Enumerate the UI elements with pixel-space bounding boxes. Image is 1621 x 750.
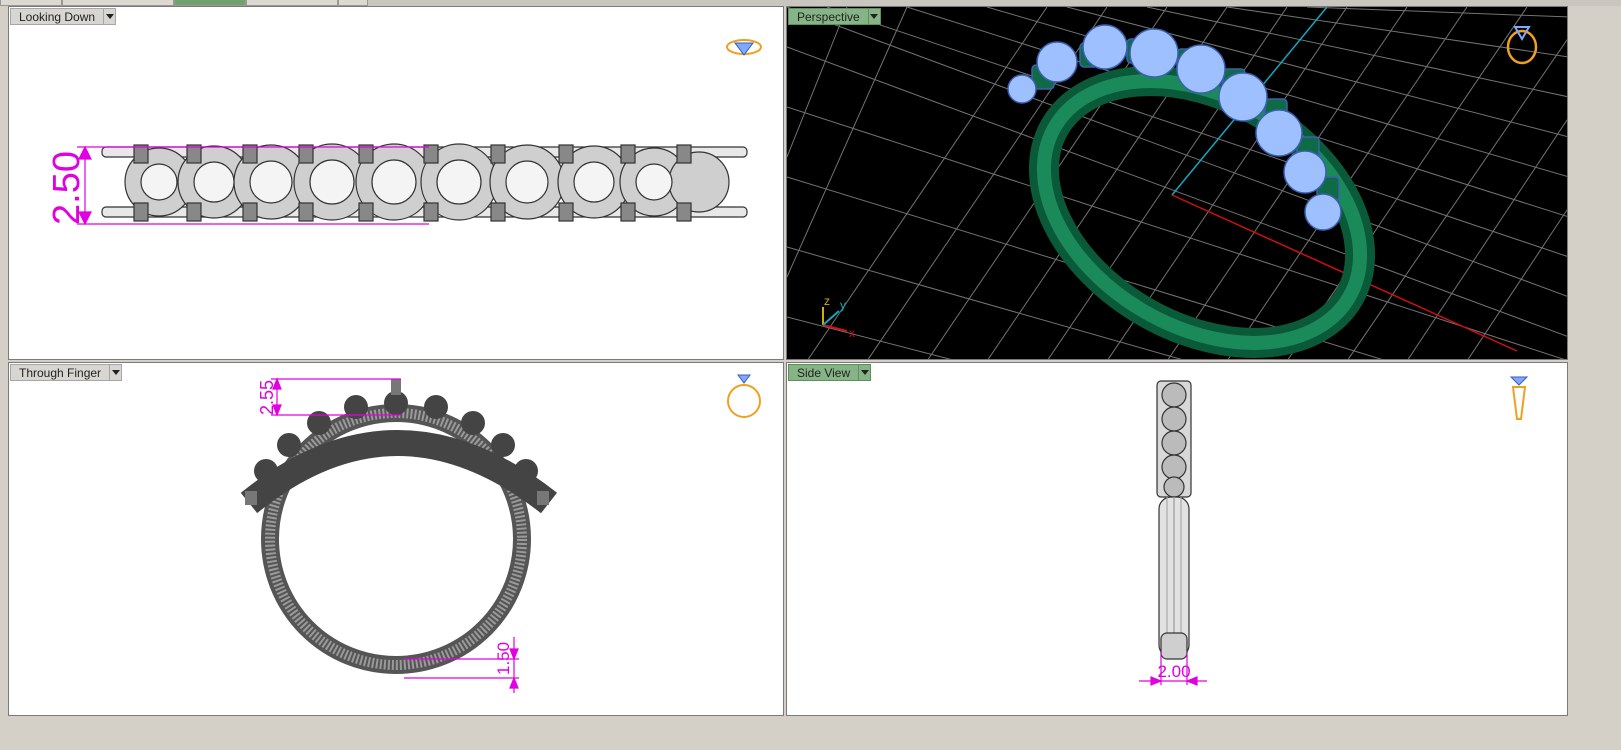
looking-down-drawing: 2.50 xyxy=(46,39,762,226)
viewport-label-side-view[interactable]: Side View xyxy=(788,364,872,381)
axis-x-label: x xyxy=(849,326,855,340)
ring-side-icon xyxy=(1509,376,1529,420)
axis-indicator: z y x xyxy=(822,294,855,340)
viewport-menu-arrow-icon[interactable] xyxy=(867,8,881,25)
ring-side-wireframe xyxy=(1156,380,1192,660)
ring-top-icon xyxy=(726,39,762,56)
perspective-drawing: z y x xyxy=(787,7,1567,359)
viewport-menu-arrow-icon[interactable] xyxy=(103,8,117,25)
viewport-label-perspective[interactable]: Perspective xyxy=(788,8,881,25)
dimension-label-bottom: 1.50 xyxy=(494,642,513,675)
dimension-label: 2.00 xyxy=(1157,662,1190,681)
viewport-perspective[interactable]: Perspective z y x xyxy=(786,6,1568,360)
viewport-looking-down[interactable]: Looking Down 2.50 xyxy=(8,6,784,360)
viewport-menu-arrow-icon[interactable] xyxy=(109,364,123,381)
side-view-drawing: 2.00 xyxy=(1139,376,1529,686)
viewport-menu-arrow-icon[interactable] xyxy=(858,364,872,381)
axis-z-label: z xyxy=(824,294,830,308)
viewport-name[interactable]: Perspective xyxy=(788,8,868,25)
viewport-side-view[interactable]: Side View 2.00 xyxy=(786,362,1568,716)
ring-front-icon xyxy=(727,374,761,418)
viewport-name[interactable]: Side View xyxy=(788,364,859,381)
viewport-label-looking-down[interactable]: Looking Down xyxy=(10,8,117,25)
viewport-name[interactable]: Through Finger xyxy=(10,364,110,381)
dimension-label-top: 2.55 xyxy=(257,380,277,415)
viewport-through-finger[interactable]: Through Finger 2.55 1.50 xyxy=(8,362,784,716)
ring-perspective-icon xyxy=(1506,26,1538,65)
axis-y-label: y xyxy=(840,298,846,312)
ring-top-wireframe xyxy=(101,143,748,222)
viewport-name[interactable]: Looking Down xyxy=(10,8,104,25)
ring-front-wireframe xyxy=(240,379,558,674)
viewport-label-through-finger[interactable]: Through Finger xyxy=(10,364,123,381)
dimension-label: 2.50 xyxy=(46,151,88,225)
through-finger-drawing: 2.55 1.50 xyxy=(240,374,761,693)
